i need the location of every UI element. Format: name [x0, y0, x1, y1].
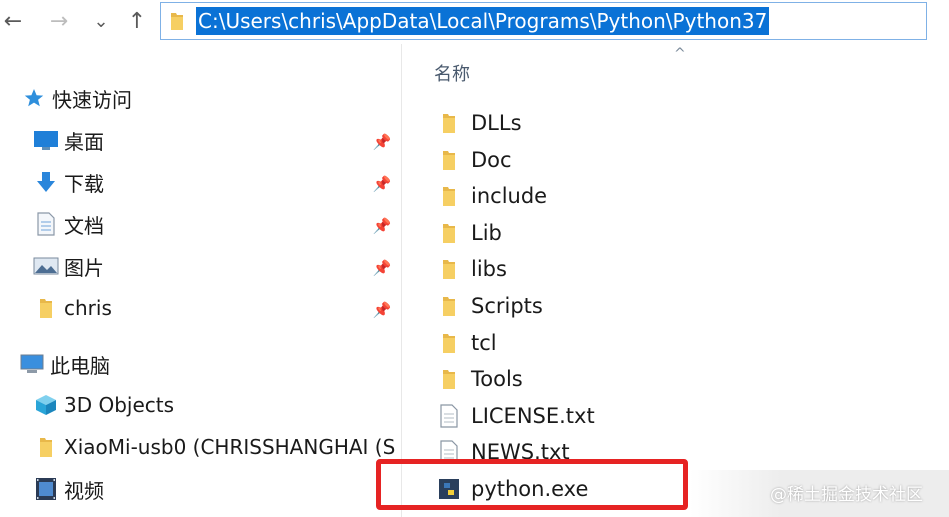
folder-icon [438, 183, 460, 209]
sidebar-item-label: chris [64, 296, 112, 320]
sidebar-item-network-drive[interactable]: XiaoMi-usb0 (CHRISSHANGHAI (S [32, 427, 395, 467]
up-button[interactable]: ↑ [124, 8, 150, 36]
file-row-lib[interactable]: Lib [438, 215, 502, 251]
file-row-tools[interactable]: Tools [438, 361, 523, 397]
download-icon [32, 168, 60, 196]
sidebar-item-pictures[interactable]: 图片 [32, 246, 104, 286]
folder-icon [438, 220, 460, 246]
arrow-up-icon: ↑ [127, 9, 147, 34]
sidebar-item-label: 图片 [64, 255, 104, 280]
pin-icon: 📌 [372, 133, 392, 151]
file-name: Doc [471, 148, 512, 172]
folder-icon [438, 293, 460, 319]
pin-icon: 📌 [372, 259, 392, 277]
recent-locations-button[interactable]: ⌄ [88, 8, 114, 36]
file-name: LICENSE.txt [471, 404, 595, 428]
sidebar-item-label: 视频 [64, 478, 104, 503]
file-name: libs [471, 257, 507, 281]
file-list-pane: 名称 ^ DLLs Doc include Lib libs Scripts t… [402, 44, 949, 517]
quick-access-header[interactable]: 快速访问 [20, 78, 132, 118]
folder-icon [438, 366, 460, 392]
file-name: Scripts [471, 294, 543, 318]
file-row-doc[interactable]: Doc [438, 142, 512, 178]
sidebar-item-chris[interactable]: chris [32, 288, 112, 328]
sidebar-item-label: 文档 [64, 213, 104, 238]
folder-icon [438, 330, 460, 356]
file-row-scripts[interactable]: Scripts [438, 288, 543, 324]
sidebar-item-label: XiaoMi-usb0 (CHRISSHANGHAI (S [64, 435, 396, 459]
sidebar-item-label: 下载 [64, 171, 104, 196]
navigation-pane: 快速访问 桌面 📌 下载 📌 文档 📌 图片 📌 chris 📌 此电脑 3D … [0, 44, 400, 517]
folder-icon [171, 13, 183, 30]
address-path-text: C:\Users\chris\AppData\Local\Programs\Py… [196, 7, 770, 35]
pin-icon: 📌 [372, 175, 392, 193]
file-row-tcl[interactable]: tcl [438, 325, 497, 361]
desktop-icon [32, 126, 60, 154]
forward-button[interactable]: → [46, 8, 72, 36]
file-row-libs[interactable]: libs [438, 251, 507, 287]
3d-objects-icon [32, 391, 60, 419]
this-pc-label: 此电脑 [50, 353, 110, 378]
videos-icon [32, 475, 60, 503]
text-file-icon [438, 403, 460, 429]
sidebar-item-videos[interactable]: 视频 [32, 469, 104, 509]
folder-icon [438, 256, 460, 282]
sidebar-item-label: 桌面 [64, 129, 104, 154]
pin-icon: 📌 [372, 217, 392, 235]
back-button[interactable]: ← [0, 8, 26, 36]
sidebar-item-documents[interactable]: 文档 [32, 204, 104, 244]
pictures-icon [32, 252, 60, 280]
watermark-text: @稀土掘金技术社区 [770, 485, 923, 505]
sidebar-item-desktop[interactable]: 桌面 [32, 120, 104, 160]
file-name: tcl [471, 331, 497, 355]
sort-ascending-icon: ^ [674, 46, 686, 62]
folder-icon [438, 110, 460, 136]
computer-icon [18, 350, 46, 378]
pin-icon: 📌 [372, 301, 392, 319]
address-bar[interactable]: C:\Users\chris\AppData\Local\Programs\Py… [160, 2, 927, 40]
folder-icon [32, 294, 60, 322]
document-icon [32, 210, 60, 238]
sidebar-item-3d-objects[interactable]: 3D Objects [32, 385, 174, 425]
arrow-left-icon: ← [3, 9, 23, 34]
file-row-include[interactable]: include [438, 178, 547, 214]
file-name: Lib [471, 221, 502, 245]
file-name: Tools [471, 367, 523, 391]
navigation-toolbar: ← → ⌄ ↑ C:\Users\chris\AppData\Local\Pro… [0, 0, 949, 44]
folder-icon [438, 147, 460, 173]
arrow-right-icon: → [49, 9, 69, 34]
sidebar-item-downloads[interactable]: 下载 [32, 162, 104, 202]
chevron-down-icon: ⌄ [93, 11, 109, 32]
name-column-header[interactable]: 名称 [434, 60, 470, 86]
sidebar-item-label: 3D Objects [64, 393, 175, 417]
file-name: include [471, 184, 548, 208]
highlight-annotation-box [376, 459, 688, 510]
quick-access-label: 快速访问 [52, 87, 132, 112]
star-icon [20, 84, 48, 112]
file-name: DLLs [471, 111, 522, 135]
network-drive-icon [32, 433, 60, 461]
this-pc-header[interactable]: 此电脑 [18, 344, 110, 384]
file-row-license[interactable]: LICENSE.txt [438, 398, 595, 434]
file-row-dlls[interactable]: DLLs [438, 105, 522, 141]
